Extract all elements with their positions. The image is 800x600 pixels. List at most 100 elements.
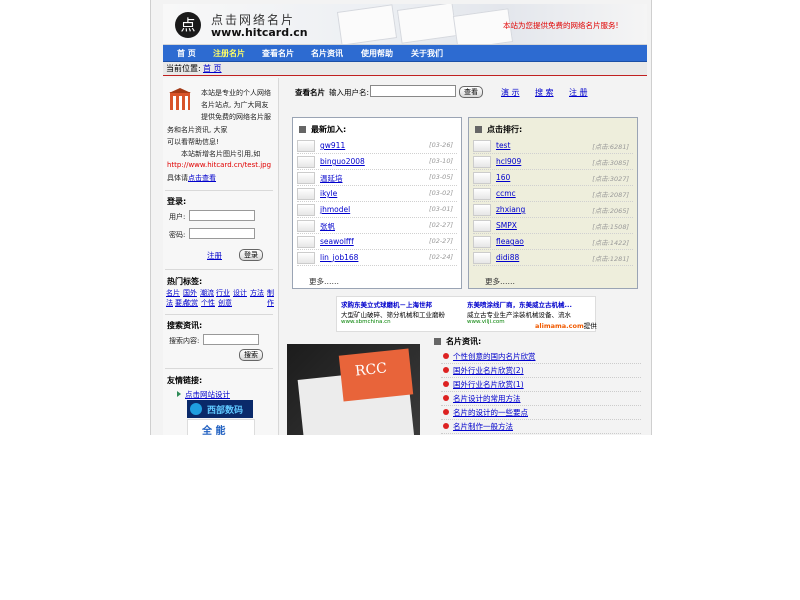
site-slogan: 本站为您提供免费的网络名片服务! (503, 21, 619, 30)
member-link[interactable]: didi88 (496, 253, 519, 262)
member-link[interactable]: jhmodel (320, 205, 350, 214)
logo-url[interactable]: www.hitcard.cn (211, 26, 308, 39)
news-link[interactable]: 个性创意的国内名片欣赏 (453, 351, 536, 362)
arrow-icon (177, 391, 181, 397)
member-link[interactable]: seawolfff (320, 237, 354, 246)
alimama-logo: alimama.com提供 (535, 320, 597, 330)
register-link[interactable]: 注册 (207, 250, 222, 261)
news-link[interactable]: 国外行业名片欣赏(2) (453, 365, 524, 376)
list-item: test [点击:6281] (473, 138, 633, 154)
click-count: [点击:1281] (592, 255, 629, 263)
member-link[interactable]: SMPX (496, 221, 517, 230)
member-link[interactable]: gw911 (320, 141, 345, 150)
card-thumbnail[interactable] (473, 252, 491, 264)
detail-link[interactable]: 点击查看 (188, 174, 216, 182)
ranking-more-link[interactable]: 更多…… (485, 276, 515, 287)
member-link[interactable]: fleagao (496, 237, 524, 246)
card-decoration (396, 4, 458, 44)
member-link[interactable]: test (496, 141, 510, 150)
tag-link[interactable]: 潮流 (200, 288, 214, 298)
news-search-input[interactable] (203, 334, 259, 345)
nav-view-card[interactable]: 查看名片 (262, 48, 294, 59)
card-thumbnail[interactable] (473, 172, 491, 184)
card-thumbnail[interactable] (473, 236, 491, 248)
user-label: 用户: (169, 213, 186, 221)
ad-title-right[interactable]: 东美喷涂线厂商，东美威立古机械... (467, 299, 572, 309)
card-brand-text: RCC (354, 360, 388, 380)
tag-link[interactable]: 法 (166, 298, 173, 308)
ad-banner[interactable]: 求购东美立式球磨机－上海世邦 大型矿山破碎、筛分机械和工业磨粉 www.sbmc… (336, 296, 597, 332)
ad-url-left: www.sbmchina.cn (341, 319, 391, 325)
friend-link[interactable]: 点击网站设计 (185, 389, 230, 400)
list-item: zhxiang [点击:2065] (473, 202, 633, 218)
list-item: 160 [点击:3027] (473, 170, 633, 186)
click-count: [点击:2087] (592, 191, 629, 199)
tag-link[interactable]: 欣赏 (184, 298, 198, 308)
card-thumbnail[interactable] (473, 140, 491, 152)
tag-link[interactable]: 个性 (201, 298, 215, 308)
card-thumbnail[interactable] (297, 252, 315, 264)
news-link[interactable]: 名片制作一般方法 (453, 421, 513, 432)
news-link[interactable]: 国外行业名片欣赏(1) (453, 379, 524, 390)
demo-link[interactable]: 演 示 (501, 87, 520, 98)
latest-more-link[interactable]: 更多…… (309, 276, 339, 287)
member-link[interactable]: lin_job168 (320, 253, 358, 262)
latest-members-box: 最新加入: gw911 [03-26] binguo2008 [03-10] 温延培… (292, 117, 462, 289)
intro-text: 名片站点, 为广大网友 (201, 101, 269, 109)
tag-link[interactable]: 国外 (183, 288, 197, 298)
tag-link[interactable]: 创意 (218, 298, 232, 308)
card-thumbnail[interactable] (297, 204, 315, 216)
card-thumbnail[interactable] (473, 156, 491, 168)
news-search-button[interactable]: 搜索 (239, 349, 263, 361)
card-thumbnail[interactable] (473, 188, 491, 200)
ad-title-left[interactable]: 求购东美立式球磨机－上海世邦 (341, 299, 432, 309)
ad-desc-right: 威立古专业生产涂装机械设备、流水 (467, 311, 571, 319)
card-username-input[interactable] (370, 85, 456, 97)
register-top-link[interactable]: 注 册 (569, 87, 588, 98)
member-link[interactable]: binguo2008 (320, 157, 365, 166)
nav-home[interactable]: 首 页 (177, 48, 196, 59)
card-thumbnail[interactable] (297, 188, 315, 200)
tag-link[interactable]: 设计 (233, 288, 247, 298)
search-link[interactable]: 搜 索 (535, 87, 554, 98)
partner-banner[interactable]: 全 能 (187, 419, 255, 435)
news-title-text: 名片资讯: (446, 337, 482, 346)
bullet-icon (443, 353, 449, 359)
breadcrumb-home-link[interactable]: 首 页 (203, 62, 222, 75)
nav-card-news[interactable]: 名片资讯 (311, 48, 343, 59)
member-link[interactable]: ccmc (496, 189, 516, 198)
card-thumbnail[interactable] (297, 236, 315, 248)
tag-link[interactable]: 制作 (267, 288, 278, 308)
tag-link[interactable]: 方法 (250, 288, 264, 298)
card-thumbnail[interactable] (473, 220, 491, 232)
member-link[interactable]: 温延培 (320, 173, 343, 184)
tag-link[interactable]: 行业 (216, 288, 230, 298)
bullet-icon (443, 395, 449, 401)
tag-link[interactable]: 名片 (166, 288, 180, 298)
click-count: [点击:3027] (592, 175, 629, 183)
news-link[interactable]: 名片的设计的一些要点 (453, 407, 528, 418)
news-link[interactable]: 名片设计的常用方法 (453, 393, 521, 404)
ranking-title: 点击排行: (475, 124, 522, 135)
view-card-button[interactable]: 查看 (459, 86, 483, 98)
partner-banner[interactable]: 西部数码 (187, 400, 253, 418)
card-thumbnail[interactable] (297, 156, 315, 168)
login-button[interactable]: 登录 (239, 249, 263, 261)
member-link[interactable]: zhxiang (496, 205, 525, 214)
member-link[interactable]: 张帆 (320, 221, 335, 232)
member-link[interactable]: 160 (496, 173, 510, 182)
business-card-photo[interactable]: RCC (287, 344, 420, 435)
logo-icon[interactable]: 点 (175, 12, 201, 38)
card-thumbnail[interactable] (297, 172, 315, 184)
card-thumbnail[interactable] (473, 204, 491, 216)
card-thumbnail[interactable] (297, 140, 315, 152)
username-input[interactable] (189, 210, 255, 221)
nav-help[interactable]: 使用帮助 (361, 48, 393, 59)
nav-about[interactable]: 关于我们 (411, 48, 443, 59)
member-link[interactable]: hcl909 (496, 157, 521, 166)
password-input[interactable] (189, 228, 255, 239)
site-header: 点 点击网络名片 www.hitcard.cn 本站为您提供免费的网络名片服务! (163, 4, 647, 45)
nav-register-card[interactable]: 注册名片 (213, 48, 245, 59)
card-thumbnail[interactable] (297, 220, 315, 232)
member-link[interactable]: ikyle (320, 189, 337, 198)
